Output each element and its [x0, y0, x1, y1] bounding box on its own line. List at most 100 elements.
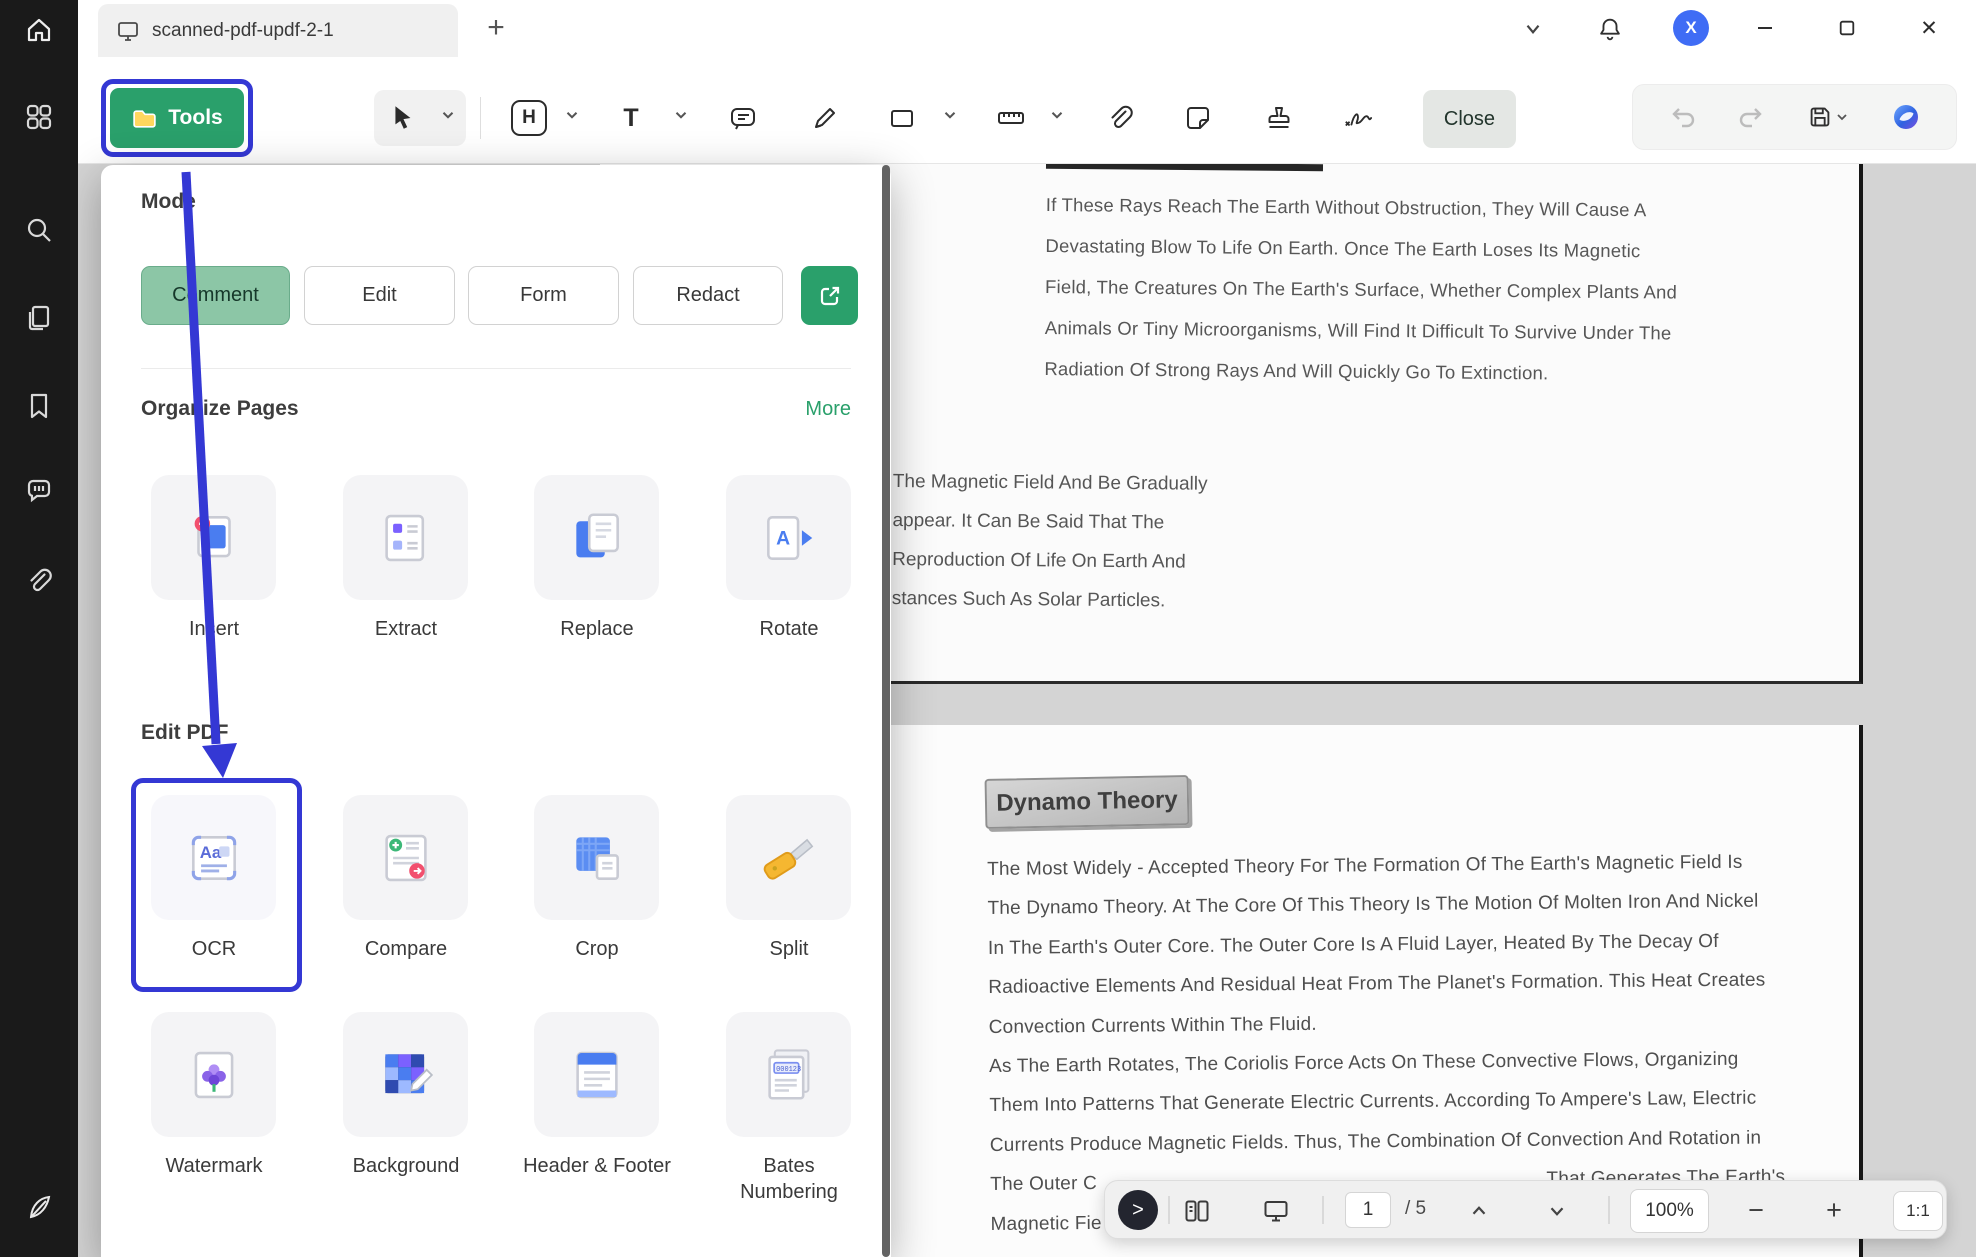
shape-tool[interactable] [879, 92, 925, 144]
window-close-button[interactable]: ✕ [1910, 9, 1948, 47]
doc-line: stances Such As Solar Particles. [892, 579, 1222, 621]
apps-grid-button[interactable] [24, 102, 54, 132]
edit-header-footer-item: Header & Footer [534, 1012, 659, 1179]
mode-redact-button[interactable]: Redact [633, 266, 783, 325]
actual-size-label: 1:1 [1906, 1201, 1930, 1221]
stamp-icon [1264, 103, 1294, 133]
card-label: Insert [139, 616, 289, 642]
redo-button[interactable] [1733, 99, 1769, 135]
document-tab[interactable]: scanned-pdf-updf-2-1 [98, 4, 458, 57]
reading-view-button[interactable] [1181, 1195, 1213, 1227]
attach-tool[interactable] [1097, 92, 1143, 144]
organize-replace-item: Replace [534, 475, 659, 642]
mode-comment-button[interactable]: Comment [141, 266, 290, 325]
insert-icon [183, 507, 245, 569]
zoom-in-button[interactable]: + [1813, 1189, 1855, 1231]
bookmark-button[interactable] [24, 391, 54, 421]
replace-card[interactable] [534, 475, 659, 600]
pages-button[interactable] [24, 303, 54, 333]
highlight-tool-dropdown[interactable] [563, 106, 581, 124]
chevron-up-icon [1468, 1200, 1490, 1222]
notifications-button[interactable] [1592, 11, 1628, 47]
compare-card[interactable] [343, 795, 468, 920]
background-icon [375, 1044, 437, 1106]
chevron-down-icon [1546, 1200, 1568, 1222]
ai-assistant-button[interactable] [1888, 99, 1924, 135]
organize-more-link[interactable]: More [805, 398, 851, 421]
close-icon: ✕ [1920, 16, 1938, 41]
save-icon [1806, 103, 1834, 131]
chevron-down-icon [1522, 18, 1544, 40]
statusbar-divider [1608, 1196, 1610, 1224]
new-tab-button[interactable]: + [476, 6, 516, 50]
user-avatar[interactable]: X [1673, 10, 1709, 46]
split-card[interactable] [726, 795, 851, 920]
signature-tool[interactable] [1335, 92, 1381, 144]
close-toolbar-button[interactable]: Close [1423, 90, 1516, 148]
mode-form-button[interactable]: Form [468, 266, 619, 325]
actual-size-button[interactable]: 1:1 [1893, 1191, 1943, 1231]
edit-crop-item: Crop [534, 795, 659, 962]
shape-tool-dropdown[interactable] [941, 106, 959, 124]
tools-button[interactable]: Tools [110, 88, 244, 148]
chevron-down-icon [941, 106, 959, 124]
text-tool[interactable]: T [608, 92, 654, 144]
mode-edit-button[interactable]: Edit [304, 266, 455, 325]
two-page-view-icon [1183, 1197, 1211, 1225]
note-tool[interactable] [720, 92, 766, 144]
main-toolbar: Tools H T [78, 57, 1976, 164]
text-tool-dropdown[interactable] [672, 106, 690, 124]
next-icon: > [1132, 1199, 1144, 1222]
rotate-card[interactable]: A [726, 475, 851, 600]
stamp-tool[interactable] [1256, 92, 1302, 144]
crop-card[interactable] [534, 795, 659, 920]
zoom-level-button[interactable]: 100% [1630, 1189, 1709, 1233]
insert-card[interactable] [151, 475, 276, 600]
tools-label: Tools [168, 106, 222, 130]
edit-split-item: Split [726, 795, 851, 962]
card-label: Compare [331, 936, 481, 962]
presentation-button[interactable] [1260, 1195, 1292, 1227]
edit-bates-item: 000123 Bates Numbering [726, 1012, 851, 1205]
page2-heading: Dynamo Theory [996, 786, 1178, 817]
select-tool-dropdown[interactable] [439, 106, 457, 124]
home-button[interactable] [24, 15, 54, 45]
expand-panel-button[interactable]: > [1118, 1190, 1158, 1230]
measure-tool[interactable] [988, 92, 1034, 144]
extract-card[interactable] [343, 475, 468, 600]
search-button[interactable] [24, 215, 54, 245]
page2-heading-box: Dynamo Theory [985, 775, 1190, 829]
save-button[interactable] [1800, 99, 1856, 135]
pen-icon [810, 103, 840, 133]
doc-line: Devastating Blow To Life On Earth. Once … [1045, 225, 1705, 272]
window-maximize-button[interactable] [1828, 9, 1866, 47]
tab-list-dropdown[interactable] [1515, 11, 1551, 47]
undo-button[interactable] [1665, 99, 1701, 135]
select-tool[interactable] [381, 92, 427, 144]
background-card[interactable] [343, 1012, 468, 1137]
toolbar-divider [480, 97, 481, 139]
previous-page-button[interactable] [1463, 1195, 1495, 1227]
page-number-input[interactable] [1345, 1192, 1391, 1228]
pen-tool[interactable] [802, 92, 848, 144]
comments-button[interactable] [24, 476, 54, 506]
highlight-tool[interactable]: H [506, 92, 552, 144]
crop-icon [566, 827, 628, 889]
watermark-card[interactable] [151, 1012, 276, 1137]
panel-scrollbar[interactable] [882, 165, 890, 1257]
watermark-icon [183, 1044, 245, 1106]
page1-left-paragraph: The Magnetic Field And Be Gradually appe… [892, 462, 1223, 621]
doc-line: appear. It Can Be Said That The [892, 501, 1222, 543]
bates-numbering-card[interactable]: 000123 [726, 1012, 851, 1137]
header-footer-card[interactable] [534, 1012, 659, 1137]
note-icon [728, 103, 758, 133]
next-page-button[interactable] [1541, 1195, 1573, 1227]
sticker-tool[interactable] [1175, 92, 1221, 144]
open-external-button[interactable] [801, 266, 858, 325]
window-minimize-button[interactable] [1746, 9, 1784, 47]
avatar-initial: X [1685, 18, 1696, 38]
zoom-out-button[interactable]: − [1735, 1189, 1777, 1231]
measure-tool-dropdown[interactable] [1048, 106, 1066, 124]
brand-logo-button[interactable] [24, 1192, 54, 1222]
attachments-button[interactable] [24, 566, 54, 596]
